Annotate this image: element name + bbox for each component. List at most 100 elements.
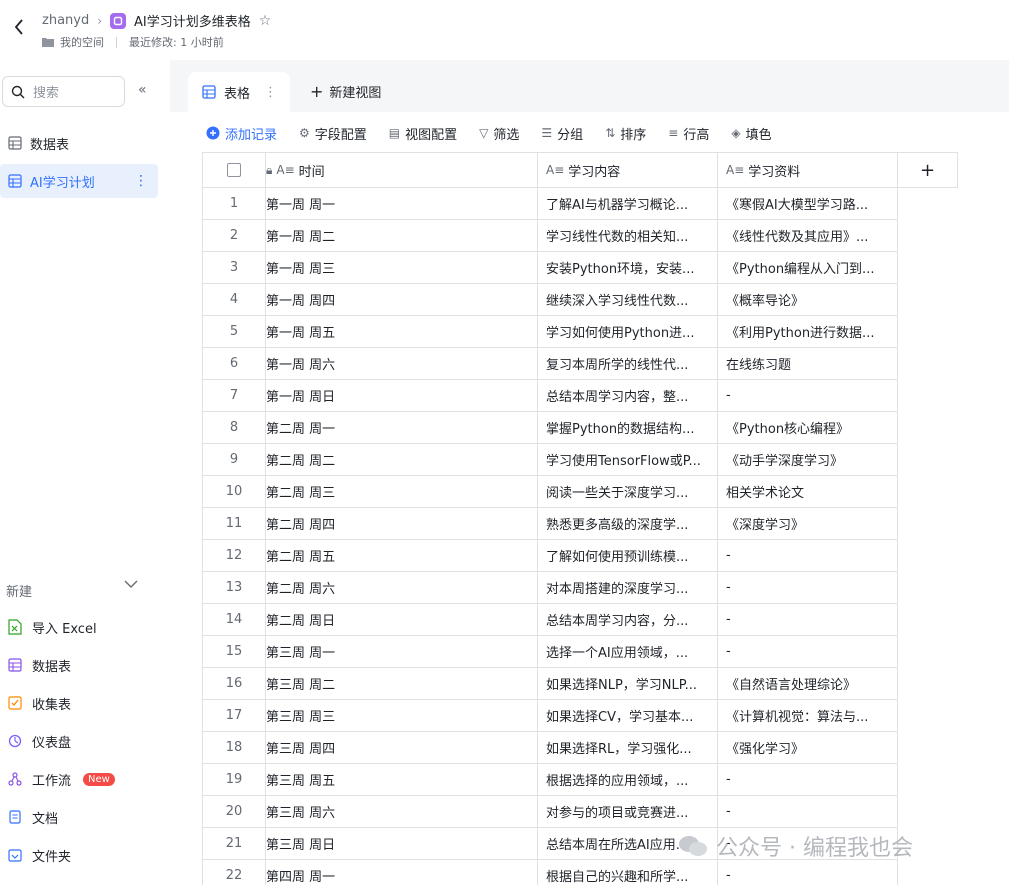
add-column-button[interactable]: + [898,153,958,188]
content-cell[interactable]: 选择一个AI应用领域，... [538,636,718,668]
content-cell[interactable]: 学习如何使用Python进... [538,316,718,348]
chevron-down-icon[interactable] [124,578,138,593]
resource-cell[interactable]: - [718,860,898,885]
table-row[interactable]: 12 第二周 周五 了解如何使用预训练模... - [203,540,958,572]
time-cell[interactable]: 第三周 周一 [266,636,538,668]
new-dashboard[interactable]: 仪表盘 [0,726,160,756]
time-cell[interactable]: 第三周 周六 [266,796,538,828]
tab-grid-view[interactable]: 表格 ⋮ [188,72,290,112]
table-row[interactable]: 19 第三周 周五 根据选择的应用领域，... - [203,764,958,796]
time-cell[interactable]: 第一周 周一 [266,188,538,220]
content-cell[interactable]: 继续深入学习线性代数... [538,284,718,316]
resource-cell[interactable]: 在线练习题 [718,348,898,380]
resource-cell[interactable]: 《线性代数及其应用》... [718,220,898,252]
resource-cell[interactable]: 《概率导论》 [718,284,898,316]
new-import-excel[interactable]: 导入 Excel [0,612,160,642]
breadcrumb-owner[interactable]: zhanyd [42,13,89,28]
content-cell[interactable]: 复习本周所学的线性代... [538,348,718,380]
table-row[interactable]: 6 第一周 周六 复习本周所学的线性代... 在线练习题 [203,348,958,380]
star-icon[interactable]: ☆ [259,13,272,29]
time-cell[interactable]: 第二周 周六 [266,572,538,604]
tab-more-icon[interactable]: ⋮ [264,85,277,100]
space-label[interactable]: 我的空间 [60,34,104,50]
resource-cell[interactable]: - [718,636,898,668]
resource-cell[interactable]: 《Python核心编程》 [718,412,898,444]
table-row[interactable]: 15 第三周 周一 选择一个AI应用领域，... - [203,636,958,668]
new-datatable[interactable]: 数据表 [0,650,160,680]
new-workflow[interactable]: 工作流 New [0,764,160,794]
resource-cell[interactable]: 相关学术论文 [718,476,898,508]
resource-cell[interactable]: 《计算机视觉：算法与... [718,700,898,732]
column-header-resources[interactable]: A≡ 学习资料 [718,153,898,188]
column-header-content[interactable]: A≡ 学习内容 [538,153,718,188]
table-row[interactable]: 2 第一周 周二 学习线性代数的相关知... 《线性代数及其应用》... [203,220,958,252]
time-cell[interactable]: 第四周 周一 [266,860,538,885]
content-cell[interactable]: 如果选择RL，学习强化... [538,732,718,764]
content-cell[interactable]: 根据选择的应用领域，... [538,764,718,796]
table-row[interactable]: 4 第一周 周四 继续深入学习线性代数... 《概率导论》 [203,284,958,316]
sidebar-item-datatable[interactable]: 数据表 [0,126,158,160]
time-cell[interactable]: 第一周 周四 [266,284,538,316]
time-cell[interactable]: 第三周 周五 [266,764,538,796]
resource-cell[interactable]: - [718,796,898,828]
new-form[interactable]: 收集表 [0,688,160,718]
time-cell[interactable]: 第三周 周日 [266,828,538,860]
table-row[interactable]: 5 第一周 周五 学习如何使用Python进... 《利用Python进行数据... [203,316,958,348]
resource-cell[interactable]: - [718,764,898,796]
filter-button[interactable]: ▽ 筛选 [479,124,519,143]
table-row[interactable]: 8 第二周 周一 掌握Python的数据结构... 《Python核心编程》 [203,412,958,444]
table-row[interactable]: 18 第三周 周四 如果选择RL，学习强化... 《强化学习》 [203,732,958,764]
time-cell[interactable]: 第二周 周三 [266,476,538,508]
sidebar-item-ai-plan[interactable]: AI学习计划 ⋮ [0,164,158,198]
resource-cell[interactable]: 《利用Python进行数据... [718,316,898,348]
resource-cell[interactable]: - [718,572,898,604]
group-button[interactable]: ☰ 分组 [541,124,583,143]
content-cell[interactable]: 学习使用TensorFlow或P... [538,444,718,476]
view-config-button[interactable]: ▤ 视图配置 [389,124,457,143]
column-header-time[interactable]: 🔒︎ A≡ 时间 [266,153,538,188]
new-view-button[interactable]: + 新建视图 [310,82,381,101]
content-cell[interactable]: 总结本周学习内容，分... [538,604,718,636]
content-cell[interactable]: 掌握Python的数据结构... [538,412,718,444]
content-cell[interactable]: 对参与的项目或竞赛进... [538,796,718,828]
table-row[interactable]: 10 第二周 周三 阅读一些关于深度学习... 相关学术论文 [203,476,958,508]
new-folder[interactable]: 文件夹 [0,840,160,870]
table-row[interactable]: 7 第一周 周日 总结本周学习内容，整... - [203,380,958,412]
resource-cell[interactable]: - [718,604,898,636]
resource-cell[interactable]: 《自然语言处理综论》 [718,668,898,700]
content-cell[interactable]: 根据自己的兴趣和所学... [538,860,718,885]
row-height-button[interactable]: ≡ 行高 [668,124,709,143]
search-input[interactable]: 搜索 [2,76,125,107]
document-title[interactable]: AI学习计划多维表格 [134,11,251,30]
time-cell[interactable]: 第一周 周二 [266,220,538,252]
time-cell[interactable]: 第三周 周四 [266,732,538,764]
time-cell[interactable]: 第二周 周四 [266,508,538,540]
sort-button[interactable]: ⇅ 排序 [605,124,646,143]
table-row[interactable]: 1 第一周 周一 了解AI与机器学习概论... 《寒假AI大模型学习路... [203,188,958,220]
content-cell[interactable]: 对本周搭建的深度学习... [538,572,718,604]
resource-cell[interactable]: 《强化学习》 [718,732,898,764]
table-row[interactable]: 13 第二周 周六 对本周搭建的深度学习... - [203,572,958,604]
table-row[interactable]: 11 第二周 周四 熟悉更多高级的深度学... 《深度学习》 [203,508,958,540]
time-cell[interactable]: 第三周 周二 [266,668,538,700]
time-cell[interactable]: 第二周 周一 [266,412,538,444]
fill-color-button[interactable]: ◈ 填色 [731,124,771,143]
resource-cell[interactable]: - [718,380,898,412]
select-all-checkbox[interactable] [227,163,241,177]
time-cell[interactable]: 第二周 周五 [266,540,538,572]
content-cell[interactable]: 阅读一些关于深度学习... [538,476,718,508]
table-row[interactable]: 16 第三周 周二 如果选择NLP，学习NLP... 《自然语言处理综论》 [203,668,958,700]
content-cell[interactable]: 学习线性代数的相关知... [538,220,718,252]
content-cell[interactable]: 了解如何使用预训练模... [538,540,718,572]
collapse-sidebar-icon[interactable]: « [138,82,147,98]
content-cell[interactable]: 如果选择NLP，学习NLP... [538,668,718,700]
table-row[interactable]: 20 第三周 周六 对参与的项目或竞赛进... - [203,796,958,828]
time-cell[interactable]: 第二周 周日 [266,604,538,636]
time-cell[interactable]: 第一周 周三 [266,252,538,284]
time-cell[interactable]: 第二周 周二 [266,444,538,476]
table-row[interactable]: 14 第二周 周日 总结本周学习内容，分... - [203,604,958,636]
field-config-button[interactable]: ⚙ 字段配置 [299,124,367,143]
content-cell[interactable]: 如果选择CV，学习基本... [538,700,718,732]
table-row[interactable]: 17 第三周 周三 如果选择CV，学习基本... 《计算机视觉：算法与... [203,700,958,732]
resource-cell[interactable]: 《寒假AI大模型学习路... [718,188,898,220]
